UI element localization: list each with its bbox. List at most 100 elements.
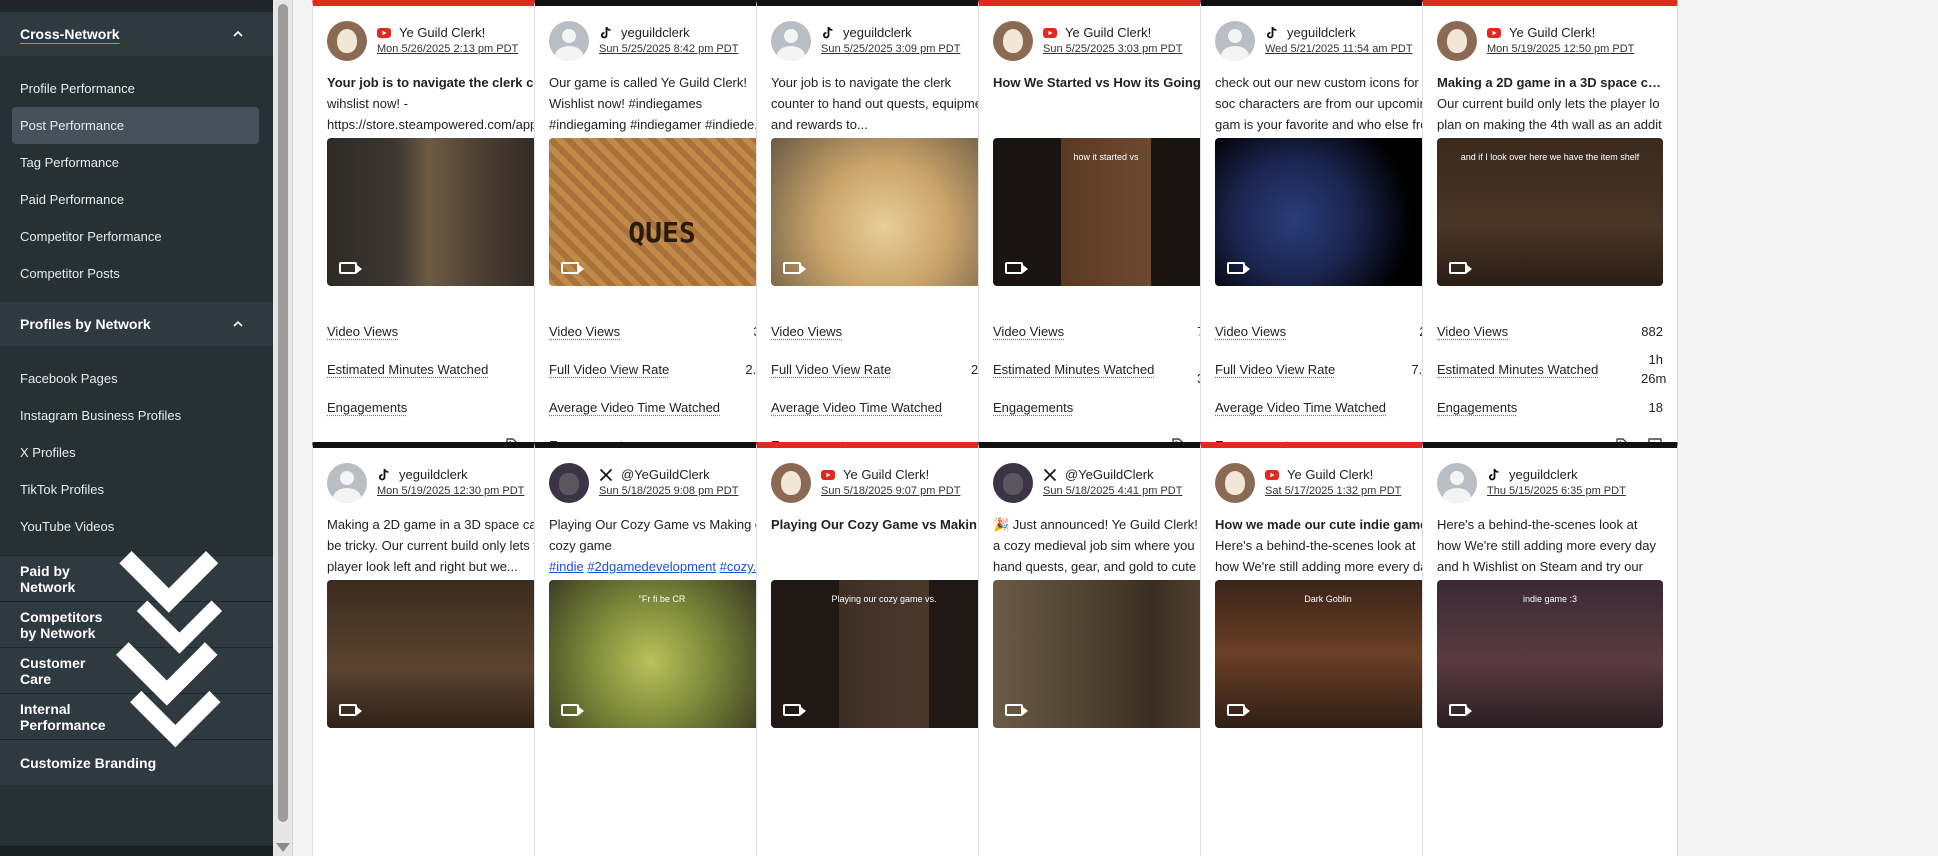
post-date-link[interactable]: Sun 5/25/2025 3:03 pm PDT	[1043, 43, 1182, 57]
post-card[interactable]: yeguildclerk Thu 5/15/2025 6:35 pm PDT Her…	[1422, 442, 1678, 856]
metric-label[interactable]: Engagements	[1437, 400, 1517, 415]
avatar	[771, 21, 811, 61]
caption-body: Playing Our Cozy Game vs Making our cozy…	[549, 517, 774, 553]
sidebar-item-x-profiles[interactable]: X Profiles	[12, 434, 259, 471]
section-cross-network[interactable]: Cross-Network	[0, 12, 273, 56]
scroll-down-arrow[interactable]	[276, 843, 290, 852]
chevron-up-icon	[233, 30, 243, 37]
metric-label[interactable]: Average Video Time Watched	[549, 400, 720, 415]
post-thumbnail[interactable]	[1215, 138, 1441, 286]
caption-body: wihslist now! - https://store.steampower…	[327, 96, 549, 132]
post-thumbnail[interactable]	[327, 580, 553, 728]
metric-row: Average Video Time Watched4s	[1215, 388, 1441, 426]
sidebar-item-post-performance[interactable]: Post Performance	[12, 107, 259, 144]
metric-label[interactable]: Video Views	[549, 324, 620, 339]
caption-body: Making a 2D game in a 3D space can be tr…	[327, 517, 552, 574]
account-name: Ye Guild Clerk!	[1287, 467, 1374, 482]
caption-title: How we made our cute indie game!	[1215, 517, 1432, 532]
post-date-link[interactable]: Sun 5/25/2025 3:09 pm PDT	[821, 43, 960, 57]
post-card[interactable]: yeguildclerk Mon 5/19/2025 12:30 pm PDT Ma…	[312, 442, 568, 856]
metric-label[interactable]: Estimated Minutes Watched	[327, 362, 488, 377]
scrollbar-thumb[interactable]	[278, 4, 288, 822]
metric-row: Video Views795	[993, 312, 1219, 350]
metrics-list: Video Views795Estimated Minutes Watched1…	[979, 286, 1233, 426]
post-caption: Making a 2D game in a 3D space ca... Our …	[1423, 64, 1677, 138]
section-internal-performance[interactable]: Internal Performance	[0, 691, 273, 748]
post-caption: Making a 2D game in a 3D space can be tr…	[313, 506, 567, 580]
metric-label[interactable]: Video Views	[327, 324, 398, 339]
metric-value: 18	[1648, 399, 1663, 415]
metric-value: 882	[1641, 323, 1663, 339]
sidebar-item-facebook-pages[interactable]: Facebook Pages	[12, 360, 259, 397]
sidebar-bottom-band	[0, 846, 273, 856]
post-date-link[interactable]: Sun 5/18/2025 9:08 pm PDT	[599, 485, 738, 499]
vertical-scrollbar[interactable]	[273, 0, 293, 856]
metric-label[interactable]: Video Views	[993, 324, 1064, 339]
post-thumbnail[interactable]: and if I look over here we have the item…	[1437, 138, 1663, 286]
post-caption: Here's a behind-the-scenes look at how W…	[1423, 506, 1677, 580]
tiktok-icon	[823, 26, 833, 39]
metric-label[interactable]: Video Views	[771, 324, 842, 339]
section-profiles-by-network[interactable]: Profiles by Network	[0, 302, 273, 346]
post-card[interactable]: Ye Guild Clerk! Sun 5/18/2025 9:07 pm PDT…	[756, 442, 1012, 856]
post-card[interactable]: @YeGuildClerk Sun 5/18/2025 4:41 pm PDT 🎉 …	[978, 442, 1234, 856]
post-date-link[interactable]: Mon 5/19/2025 12:50 pm PDT	[1487, 43, 1634, 57]
post-thumbnail[interactable]: how it started vs	[993, 138, 1219, 286]
metric-label[interactable]: Video Views	[1437, 324, 1508, 339]
metric-label[interactable]: Average Video Time Watched	[1215, 400, 1386, 415]
account-name: yeguildclerk	[843, 25, 912, 40]
post-date-link[interactable]: Sun 5/25/2025 8:42 pm PDT	[599, 43, 738, 57]
metric-label[interactable]: Full Video View Rate	[1215, 362, 1335, 377]
thumbnail-overlay-text: QUES	[628, 216, 696, 249]
post-thumbnail[interactable]	[327, 138, 553, 286]
post-caption: 🎉 Just announced! Ye Guild Clerk! is a c…	[979, 506, 1233, 580]
avatar	[327, 463, 367, 503]
card-header: Ye Guild Clerk! Mon 5/19/2025 12:50 pm PD…	[1423, 6, 1677, 64]
metric-label[interactable]: Full Video View Rate	[771, 362, 891, 377]
metric-label[interactable]: Video Views	[1215, 324, 1286, 339]
metric-label[interactable]: Average Video Time Watched	[771, 400, 942, 415]
post-date-link[interactable]: Sun 5/18/2025 4:41 pm PDT	[1043, 485, 1182, 499]
post-date-link[interactable]: Sun 5/18/2025 9:07 pm PDT	[821, 485, 960, 499]
video-icon	[1005, 704, 1028, 716]
sidebar-item-tag-performance[interactable]: Tag Performance	[12, 144, 259, 181]
post-caption: Your job is to navigate the clerk counte…	[757, 64, 1011, 138]
post-thumbnail[interactable]: indie game :3	[1437, 580, 1663, 728]
post-date-link[interactable]: Mon 5/19/2025 12:30 pm PDT	[377, 485, 524, 499]
post-date-link[interactable]: Mon 5/26/2025 2:13 pm PDT	[377, 43, 518, 57]
sidebar-item-profile-performance[interactable]: Profile Performance	[12, 70, 259, 107]
post-card[interactable]: Ye Guild Clerk! Sat 5/17/2025 1:32 pm PDT…	[1200, 442, 1456, 856]
post-date-link[interactable]: Sat 5/17/2025 1:32 pm PDT	[1265, 485, 1401, 499]
video-icon	[783, 704, 806, 716]
metric-label[interactable]: Engagements	[327, 400, 407, 415]
metric-label[interactable]: Estimated Minutes Watched	[993, 362, 1154, 377]
account-name: Ye Guild Clerk!	[399, 25, 486, 40]
metric-label[interactable]: Full Video View Rate	[549, 362, 669, 377]
post-thumbnail[interactable]: Playing our cozy game vs.	[771, 580, 997, 728]
tiktok-icon	[601, 26, 611, 39]
post-thumbnail[interactable]: "Fr fi be CR	[549, 580, 775, 728]
account-name: @YeGuildClerk	[1065, 467, 1154, 482]
metric-label[interactable]: Engagements	[993, 400, 1073, 415]
metrics-list: Video Views31Full Video View Rate20%Aver…	[757, 286, 1011, 464]
post-caption: Your job is to navigate the clerk cou...…	[313, 64, 567, 138]
sidebar-item-competitor-performance[interactable]: Competitor Performance	[12, 218, 259, 255]
video-icon	[1449, 262, 1472, 274]
post-thumbnail[interactable]	[771, 138, 997, 286]
section-title: Customer Care	[20, 654, 86, 687]
metric-label[interactable]: Estimated Minutes Watched	[1437, 362, 1598, 377]
post-thumbnail[interactable]: Dark Goblin	[1215, 580, 1441, 728]
post-date-link[interactable]: Wed 5/21/2025 11:54 am PDT	[1265, 43, 1413, 57]
post-thumbnail[interactable]: QUES	[549, 138, 775, 286]
sidebar-item-paid-performance[interactable]: Paid Performance	[12, 181, 259, 218]
hashtag-link[interactable]: #indie	[549, 559, 584, 574]
caption-body: Your job is to navigate the clerk counte…	[771, 75, 997, 132]
thumbnail-overlay-text: Playing our cozy game vs.	[831, 594, 937, 604]
sidebar-item-instagram-business[interactable]: Instagram Business Profiles	[12, 397, 259, 434]
post-date-link[interactable]: Thu 5/15/2025 6:35 pm PDT	[1487, 485, 1626, 499]
thumbnail-overlay-text: Dark Goblin	[1304, 594, 1352, 604]
sidebar-item-competitor-posts[interactable]: Competitor Posts	[12, 255, 259, 292]
post-thumbnail[interactable]	[993, 580, 1219, 728]
hashtag-link[interactable]: #2dgamedevelopment	[587, 559, 716, 574]
post-card[interactable]: @YeGuildClerk Sun 5/18/2025 9:08 pm PDT Pl…	[534, 442, 790, 856]
